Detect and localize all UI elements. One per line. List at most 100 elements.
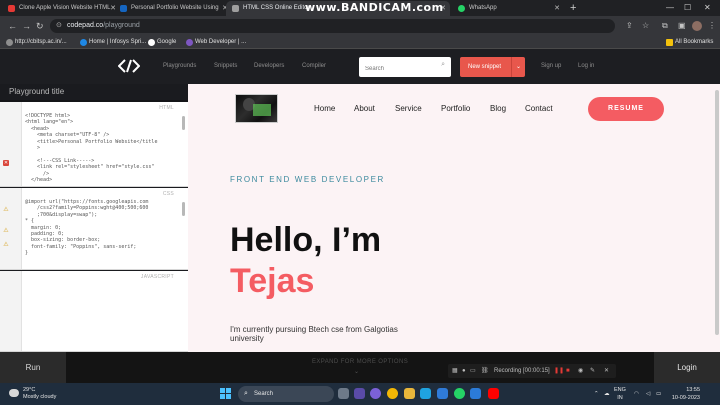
clock[interactable]: 13:55 10-09-2023	[668, 386, 700, 402]
login-link[interactable]: Log in	[578, 61, 594, 71]
minimize-icon[interactable]: —	[666, 0, 674, 16]
nav-contact[interactable]: Contact	[525, 104, 553, 114]
nav-snippets[interactable]: Snippets	[214, 61, 237, 71]
url-text: codepad.co/playground	[67, 22, 140, 29]
bookmark-favicon-icon	[6, 39, 13, 46]
bookmark-item[interactable]: http://cbitsp.ac.in/...	[6, 36, 67, 49]
reload-icon[interactable]: ↻	[36, 19, 44, 33]
new-snippet-button[interactable]: New snippet ⌄	[460, 57, 525, 77]
recorder-toolbar: ▦ ● ▭ ⛓ Recording [00:00:15] ❚❚ ■ ◉ ✎ ✕	[448, 364, 616, 378]
html-pane-label: HTML	[159, 105, 174, 111]
search-box: ⌕	[359, 57, 451, 79]
windows-start-icon[interactable]	[220, 388, 231, 399]
chevron-down-icon[interactable]: ⌄	[511, 57, 525, 77]
bookmark-favicon-icon	[80, 39, 87, 46]
extensions-icon[interactable]: ⧉	[662, 20, 668, 32]
star-icon[interactable]: ☆	[642, 20, 649, 32]
nav-developers[interactable]: Developers	[254, 61, 284, 71]
nav-service[interactable]: Service	[395, 104, 422, 114]
nav-blog[interactable]: Blog	[490, 104, 506, 114]
scrollbar[interactable]	[182, 202, 185, 216]
playground-title[interactable]: Playground title	[9, 87, 64, 96]
editor-panel: Playground title HTML <!DOCTYPE html> <h…	[0, 84, 188, 352]
back-icon[interactable]: ←	[8, 19, 17, 33]
sidepanel-icon[interactable]: ▣	[678, 20, 686, 32]
forward-icon[interactable]: →	[22, 19, 31, 33]
grid-icon[interactable]: ▦	[452, 364, 458, 378]
browser-tab[interactable]: WhatsApp ✕	[452, 1, 564, 16]
preview-pane: Home About Service Portfolio Blog Contac…	[188, 84, 720, 352]
taskbar-search-label: Search	[254, 391, 274, 397]
bookmark-item[interactable]: Google	[148, 36, 176, 49]
close-window-icon[interactable]: ✕	[704, 0, 711, 16]
vscode-icon[interactable]	[470, 388, 481, 399]
language-indicator[interactable]: ENG IN	[614, 386, 626, 402]
onedrive-icon[interactable]: ☁	[604, 383, 610, 405]
browser-tab[interactable]: Personal Portfolio Website Using ✕	[114, 1, 232, 16]
codepad-logo-icon[interactable]	[118, 58, 140, 74]
volume-icon[interactable]: ◁	[646, 383, 650, 405]
file-explorer-icon[interactable]	[404, 388, 415, 399]
maximize-icon[interactable]: ☐	[684, 0, 691, 16]
pause-icon[interactable]: ❚❚	[554, 364, 564, 378]
html-pane[interactable]: HTML <!DOCTYPE html> <html lang="en"> <h…	[0, 102, 188, 187]
search-input[interactable]	[359, 59, 429, 79]
nav-home[interactable]: Home	[314, 104, 335, 114]
expand-options[interactable]: EXPAND FOR MORE OPTIONS ⌄	[312, 359, 408, 375]
signup-link[interactable]: Sign up	[541, 61, 561, 71]
all-bookmarks[interactable]: All Bookmarks	[666, 36, 713, 49]
js-pane[interactable]: JAVASCRIPT	[0, 271, 188, 352]
edge-icon[interactable]	[420, 388, 431, 399]
whatsapp-icon[interactable]	[454, 388, 465, 399]
resume-button[interactable]: RESUME	[588, 97, 664, 121]
browser-tab[interactable]: Clone Apple Vision Website HTML ✕	[2, 1, 120, 16]
scrollbar[interactable]	[182, 116, 185, 130]
weather-widget[interactable]: 29°C Mostly cloudy	[9, 386, 69, 402]
weather-desc: Mostly cloudy	[23, 394, 57, 400]
chevron-up-icon[interactable]: ⌃	[594, 383, 599, 405]
share-icon[interactable]: ⇪	[626, 20, 633, 32]
close-icon[interactable]: ✕	[554, 1, 560, 16]
stop-icon[interactable]: ■	[566, 364, 570, 378]
html-code[interactable]: <!DOCTYPE html> <html lang="en"> <head> …	[25, 113, 157, 183]
camera-icon[interactable]: ◉	[578, 364, 583, 378]
nav-playgrounds[interactable]: Playgrounds	[163, 61, 196, 71]
recording-status: Recording [00:00:15]	[494, 368, 550, 374]
warning-icon: ⚠	[3, 228, 9, 234]
task-view-icon[interactable]	[338, 388, 349, 399]
tab-title: Clone Apple Vision Website HTML	[19, 5, 111, 11]
app-icon[interactable]	[370, 388, 381, 399]
bookmark-item[interactable]: Home | Infosys Spri...	[80, 36, 146, 49]
search-icon[interactable]: ⌕	[441, 61, 445, 69]
new-tab-icon[interactable]: +	[570, 0, 576, 16]
youtube-icon[interactable]	[488, 388, 499, 399]
clock-date: 10-09-2023	[671, 395, 700, 401]
store-icon[interactable]	[437, 388, 448, 399]
teams-icon[interactable]	[354, 388, 365, 399]
pen-icon[interactable]: ✎	[590, 364, 595, 378]
profile-avatar[interactable]	[692, 21, 702, 31]
nav-about[interactable]: About	[354, 104, 375, 114]
login-button[interactable]: Login	[654, 352, 720, 383]
monitor-icon[interactable]: ▭	[470, 364, 476, 378]
scrollbar[interactable]	[715, 90, 719, 335]
run-button[interactable]: Run	[0, 352, 66, 383]
css-pane[interactable]: CSS @import url("https://fonts.googleapi…	[0, 188, 188, 270]
bookmark-item[interactable]: Web Developer | ...	[186, 36, 246, 49]
language-code: ENG	[614, 387, 626, 393]
nav-portfolio[interactable]: Portfolio	[441, 104, 470, 114]
link-icon[interactable]: ⛓	[481, 364, 489, 378]
menu-kebab-icon[interactable]: ⋮	[708, 20, 716, 32]
url-field[interactable]: ⊙ codepad.co/playground	[50, 19, 615, 33]
battery-icon[interactable]: ▭	[656, 383, 661, 405]
nav-compiler[interactable]: Compiler	[302, 61, 326, 71]
wifi-icon[interactable]: ◠	[634, 383, 639, 405]
chrome-icon[interactable]	[387, 388, 398, 399]
css-pane-label: CSS	[162, 191, 174, 197]
google-icon	[148, 39, 155, 46]
css-code[interactable]: @import url("https://fonts.googleapis.co…	[25, 199, 148, 257]
taskbar-search[interactable]: ⌕ Search	[238, 386, 334, 402]
close-icon[interactable]: ✕	[604, 364, 609, 378]
bookmark-favicon-icon	[186, 39, 193, 46]
line-gutter	[0, 102, 22, 186]
